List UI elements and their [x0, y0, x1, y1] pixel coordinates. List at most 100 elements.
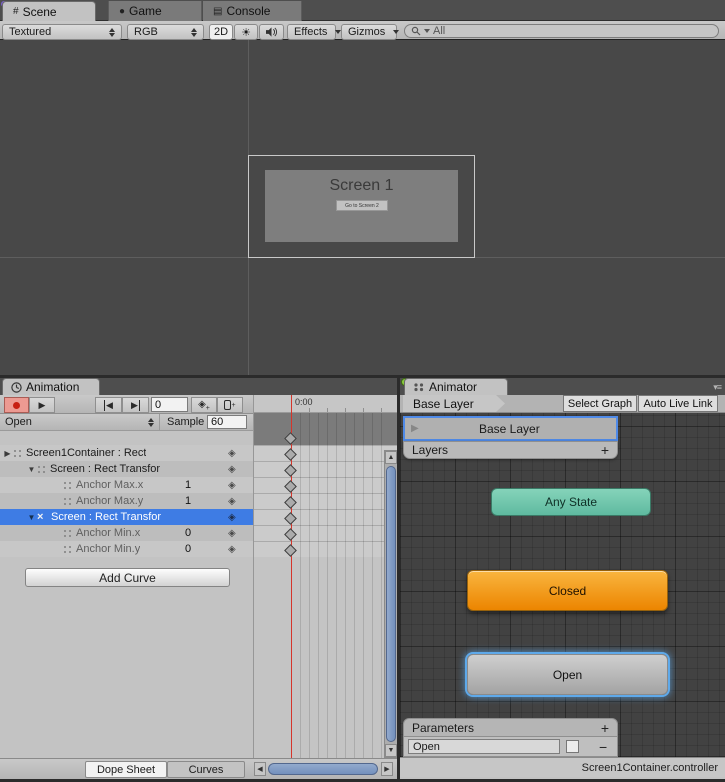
toggle-2d-button[interactable]: 2D [209, 24, 233, 40]
scene-search-input[interactable]: All [404, 24, 719, 38]
audio-toggle-button[interactable] [259, 24, 284, 40]
state-closed-label: Closed [549, 584, 586, 598]
controller-path-label: Screen1Container.controller [582, 762, 718, 774]
keyframe-diamond[interactable] [284, 480, 297, 493]
state-open[interactable]: Open [467, 654, 668, 695]
animation-property-row[interactable]: Anchor Min.y0◈ [0, 541, 253, 557]
keyframe-diamond[interactable] [284, 496, 297, 509]
parameter-name-field[interactable]: Open [408, 739, 560, 754]
prev-key-icon: ◀ [104, 400, 113, 411]
property-label: Anchor Max.x [76, 479, 143, 491]
foldout-icon[interactable]: ▶ [2, 449, 13, 458]
state-closed[interactable]: Closed [467, 570, 668, 611]
foldout-icon[interactable]: ▼ [26, 513, 37, 522]
scene-grid-icon: # [13, 6, 19, 17]
hscroll-thumb[interactable] [268, 763, 378, 775]
curves-label: Curves [189, 764, 224, 776]
screen1-panel[interactable]: Screen 1 Go to Screen 2 [265, 170, 458, 242]
vscroll-thumb[interactable] [386, 466, 396, 742]
animation-property-row[interactable]: Anchor Max.x 1 ◈ [0, 477, 253, 493]
sample-field[interactable]: 60 [207, 415, 247, 429]
remove-parameter-button[interactable]: − [599, 739, 607, 755]
keyframe-diamond[interactable] [284, 448, 297, 461]
goto-screen2-button[interactable]: Go to Screen 2 [336, 200, 388, 211]
clip-dropdown[interactable]: Open [0, 414, 160, 430]
property-value[interactable]: 0 [185, 527, 191, 539]
dopesheet-timeline[interactable]: 0:00 ▲ ▼ [253, 395, 397, 758]
scroll-down-button[interactable]: ▼ [385, 744, 397, 757]
dopesheet-keyframes [254, 395, 397, 758]
parameters-header[interactable]: Parameters + [403, 718, 618, 737]
auto-live-link-button[interactable]: Auto Live Link [638, 395, 718, 412]
keyframe-toggle-icon[interactable]: ◈ [228, 512, 236, 523]
animator-graph[interactable]: Any State Closed Open ▶ Base Layer Layer… [400, 413, 725, 757]
gizmos-dropdown[interactable]: Gizmos [341, 24, 397, 40]
animation-property-row[interactable]: ▼×Screen : Rect Transfor ◈ [0, 509, 253, 525]
tab-animator[interactable]: Animator [404, 378, 508, 395]
keyframe-toggle-icon[interactable]: ◈ [228, 496, 236, 507]
keyframe-diamond[interactable] [284, 464, 297, 477]
keyframe-diamond[interactable] [284, 512, 297, 525]
goto-screen2-label: Go to Screen 2 [345, 203, 379, 209]
animation-tabbar: Animation [0, 378, 397, 395]
keyframe-diamond[interactable] [284, 544, 297, 557]
state-any-state[interactable]: Any State [491, 488, 651, 516]
rect-transform-icon [63, 481, 72, 490]
parameter-bool-checkbox[interactable] [566, 740, 579, 753]
property-value[interactable]: 1 [185, 479, 191, 491]
animation-property-row[interactable]: ▼Screen : Rect Transfor◈ [0, 461, 253, 477]
keyframe-toggle-icon[interactable]: ◈ [228, 480, 236, 491]
select-graph-button[interactable]: Select Graph [563, 395, 637, 412]
keyframe-toggle-icon[interactable]: ◈ [228, 544, 236, 555]
keyframe-toggle-icon[interactable]: ◈ [228, 448, 236, 459]
pane-menu-icon[interactable]: ▾≡ [713, 382, 721, 393]
prev-keyframe-button[interactable]: ◀ [95, 397, 122, 413]
frame-field[interactable]: 0 [151, 397, 188, 412]
add-keyframe-button[interactable]: ◈+ [191, 397, 217, 413]
tab-animation[interactable]: Animation [2, 378, 100, 395]
layer-row-base-layer[interactable]: ▶ Base Layer [403, 416, 618, 441]
keyframe-diamond[interactable] [284, 432, 297, 445]
property-label: Screen : Rect Transfor [51, 511, 161, 523]
animation-property-row[interactable]: Anchor Min.x0◈ [0, 525, 253, 541]
curves-tab[interactable]: Curves [167, 761, 245, 778]
add-event-button[interactable]: + [217, 397, 243, 413]
play-button[interactable]: ▶ [29, 397, 55, 413]
animation-property-row[interactable]: Anchor Max.y1◈ [0, 493, 253, 509]
breadcrumb-base-layer[interactable]: Base Layer [403, 395, 505, 412]
tab-game[interactable]: ● Game [108, 1, 202, 21]
scroll-up-button[interactable]: ▲ [385, 451, 397, 464]
scene-view[interactable]: Screen 1 Go to Screen 2 [0, 40, 725, 375]
scroll-right-button[interactable]: ▶ [381, 762, 393, 776]
keyframe-toggle-icon[interactable]: ◈ [228, 528, 236, 539]
add-curve-button[interactable]: Add Curve [25, 568, 230, 587]
add-parameter-button[interactable]: + [601, 720, 609, 736]
keyframe-diamond[interactable] [284, 528, 297, 541]
tab-scene[interactable]: # Scene [2, 1, 96, 21]
draw-mode-label: Textured [9, 26, 51, 38]
tab-scene-label: Scene [23, 5, 57, 19]
keyframe-toggle-icon[interactable]: ◈ [228, 464, 236, 475]
tab-console[interactable]: ▤ Console [203, 1, 302, 21]
animator-status-bar: Screen1Container.controller [400, 757, 725, 777]
rect-transform-icon [63, 545, 72, 554]
scroll-left-button[interactable]: ◀ [254, 762, 266, 776]
lighting-toggle-button[interactable]: ☀ [234, 24, 258, 40]
next-keyframe-button[interactable]: ▶ [122, 397, 149, 413]
property-value[interactable]: 1 [185, 495, 191, 507]
foldout-icon[interactable]: ▼ [26, 465, 37, 474]
draw-mode-dropdown[interactable]: Textured [2, 24, 122, 40]
add-layer-button[interactable]: + [601, 442, 609, 458]
rect-transform-move-icon: × [37, 513, 48, 522]
property-value[interactable]: 0 [185, 543, 191, 555]
record-button[interactable] [4, 397, 29, 413]
animation-property-row[interactable]: ▶Screen1Container : Rect◈ [0, 445, 253, 461]
effects-dropdown[interactable]: Effects [287, 24, 336, 40]
timeline-vscrollbar[interactable]: ▲ ▼ [384, 450, 397, 758]
color-mode-dropdown[interactable]: RGB [127, 24, 204, 40]
dope-sheet-tab[interactable]: Dope Sheet [85, 761, 167, 778]
animation-clip-bar: Open Sample 60 [0, 414, 253, 431]
search-value: All [433, 25, 445, 37]
add-curve-label: Add Curve [99, 571, 156, 585]
layers-header[interactable]: Layers + [403, 441, 618, 459]
